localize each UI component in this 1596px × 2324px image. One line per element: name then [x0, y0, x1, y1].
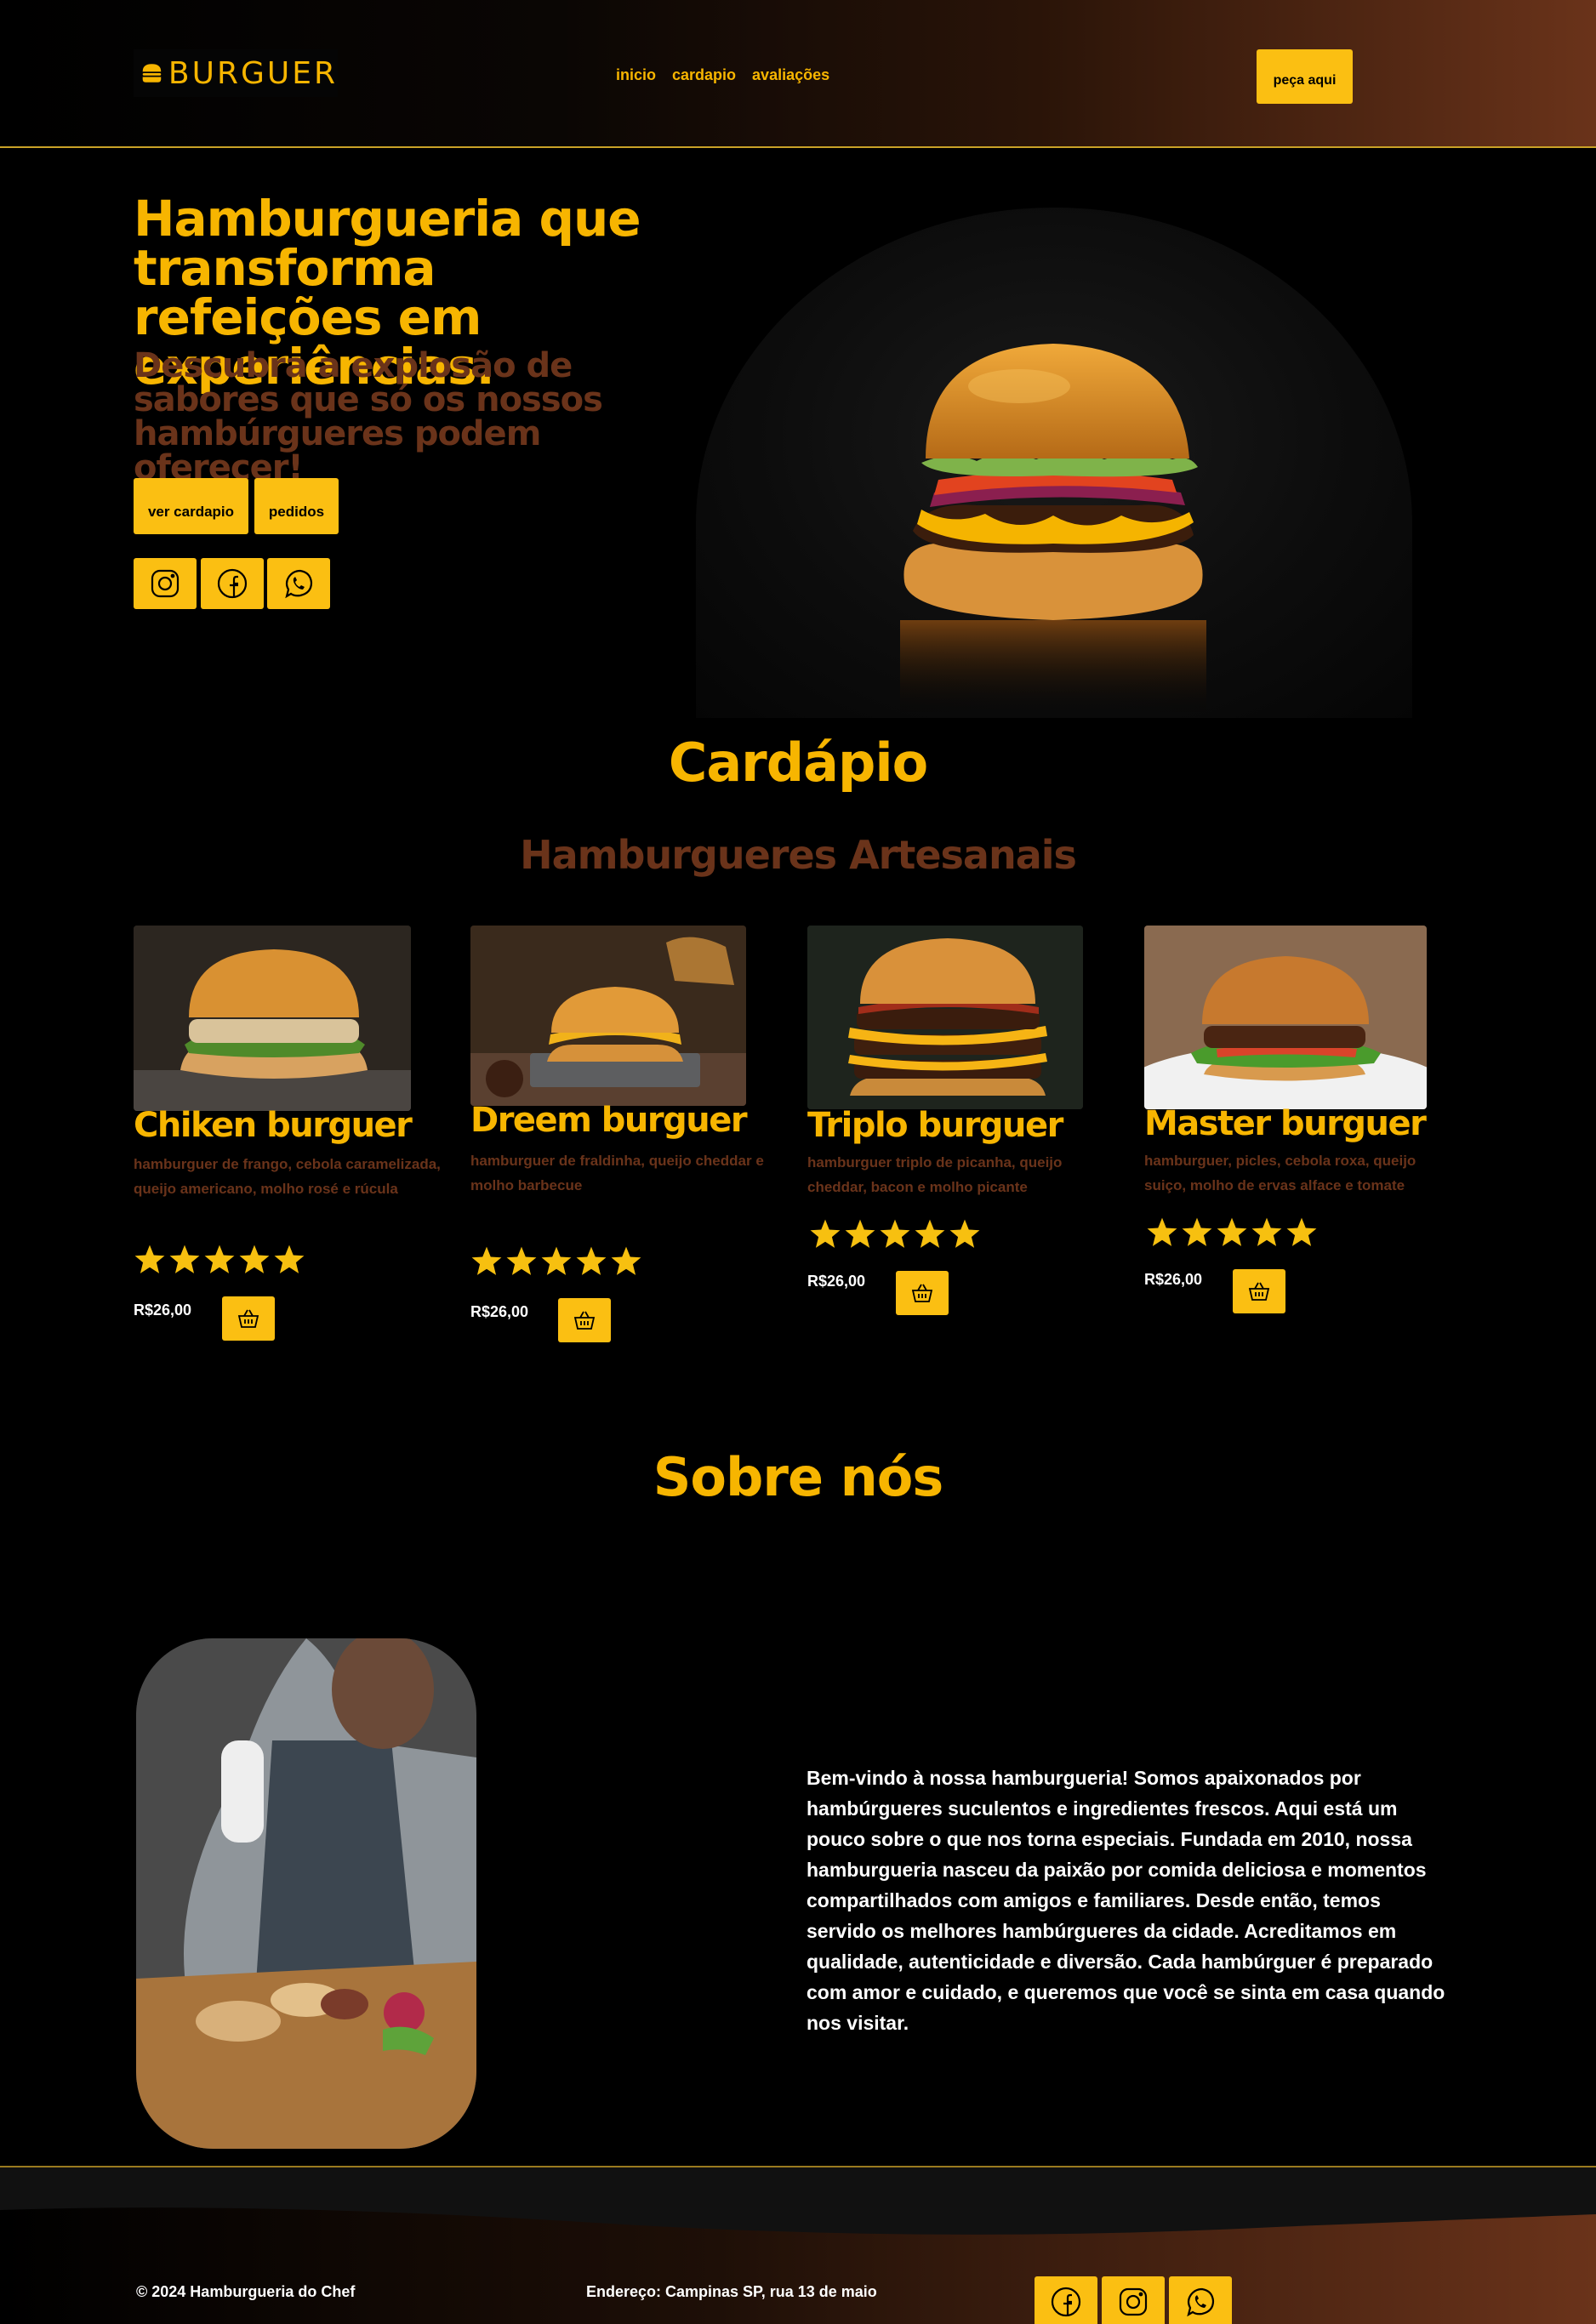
menu-card: Triplo burguer hamburguer triplo de pica… [807, 926, 1131, 1342]
star-icon [274, 1245, 305, 1273]
instagram-icon [151, 569, 180, 598]
star-icon [239, 1245, 270, 1273]
about-text: Bem-vindo à nossa hamburgueria! Somos ap… [807, 1767, 1445, 2034]
menu-title: Cardápio [668, 732, 928, 794]
menu-item-name: Dreem burguer [470, 1101, 748, 1140]
nav-link-inicio[interactable]: inicio [616, 66, 656, 84]
menu-item-name: Master burguer [1144, 1104, 1427, 1143]
star-icon [949, 1219, 980, 1248]
footer-facebook-link[interactable] [1035, 2276, 1097, 2324]
whatsapp-link[interactable] [267, 558, 330, 609]
view-menu-button[interactable]: ver cardapio [134, 478, 248, 534]
star-icon [880, 1219, 910, 1248]
menu-item-description: hamburguer, picles, cebola roxa, queijo … [1144, 1153, 1416, 1193]
menu-card: Dreem burguer hamburguer de fraldinha, q… [470, 926, 794, 1342]
star-icon [576, 1246, 607, 1275]
add-to-cart-button[interactable] [896, 1271, 949, 1315]
add-to-cart-button[interactable] [222, 1296, 275, 1341]
menu-item-name: Triplo burguer [807, 1106, 1063, 1145]
star-icon [134, 1245, 165, 1273]
star-icon [1286, 1217, 1317, 1246]
add-to-cart-button[interactable] [558, 1298, 611, 1342]
menu-item-description: hamburguer de frango, cebola caramelizad… [134, 1156, 441, 1197]
star-icon [204, 1245, 235, 1273]
footer-instagram-link[interactable] [1102, 2276, 1165, 2324]
add-to-cart-button[interactable] [1233, 1269, 1285, 1313]
star-icon [1251, 1217, 1282, 1246]
order-button[interactable]: peça aqui [1257, 49, 1353, 104]
menu-item-price: R$26,00 [470, 1303, 529, 1320]
menu-card: Chiken burguer hamburguer de frango, ceb… [134, 926, 457, 1342]
star-icon [506, 1246, 537, 1275]
about-title: Sobre nós [653, 1446, 943, 1508]
menu-item-price: R$26,00 [134, 1302, 192, 1319]
menu-item-description: hamburguer triplo de picanha, queijo che… [807, 1154, 1063, 1195]
rating-stars [470, 1245, 642, 1278]
triplo-burger-image [807, 926, 1083, 1109]
menu-item-description: hamburguer de fraldinha, queijo cheddar … [470, 1153, 764, 1193]
menu-item-price: R$26,00 [1144, 1271, 1203, 1288]
basket-icon [237, 1309, 259, 1328]
rating-stars [134, 1244, 305, 1276]
star-icon [611, 1246, 641, 1275]
menu-item-name: Chiken burguer [134, 1106, 413, 1145]
chicken-burger-image [134, 926, 411, 1111]
logo[interactable]: BURGUER [134, 49, 338, 97]
star-icon [1147, 1217, 1177, 1246]
star-icon [541, 1246, 572, 1275]
instagram-link[interactable] [134, 558, 197, 609]
whatsapp-icon [1187, 2287, 1215, 2317]
footer-whatsapp-link[interactable] [1169, 2276, 1232, 2324]
footer-address: Endereço: Campinas SP, rua 13 de maio [586, 2283, 877, 2300]
site-header: BURGUER inicio cardapio avaliações peça … [0, 0, 1596, 148]
facebook-icon [1051, 2287, 1081, 2317]
star-icon [845, 1219, 875, 1248]
nav-link-avaliacoes[interactable]: avaliações [752, 66, 829, 84]
basket-icon [911, 1284, 933, 1302]
star-icon [471, 1246, 502, 1275]
dreem-burger-image [470, 926, 746, 1106]
menu-item-price: R$26,00 [807, 1273, 866, 1290]
facebook-icon [217, 568, 248, 599]
menu-subtitle: Hamburgueres Artesanais [520, 832, 1077, 878]
whatsapp-icon [285, 569, 313, 599]
basket-icon [1248, 1282, 1270, 1301]
star-icon [1217, 1217, 1247, 1246]
star-icon [169, 1245, 200, 1273]
instagram-icon [1119, 2287, 1148, 2316]
rating-stars [809, 1218, 981, 1250]
footer-copyright: © 2024 Hamburgueria do Chef [136, 2283, 356, 2300]
menu-card: Master burguer hamburguer, picles, cebol… [1144, 926, 1468, 1342]
chef-image [136, 1638, 476, 2149]
nav-link-cardapio[interactable]: cardapio [672, 66, 736, 84]
basket-icon [573, 1311, 596, 1330]
orders-button[interactable]: pedidos [254, 478, 339, 534]
hero-burger-image [696, 208, 1412, 718]
star-icon [1182, 1217, 1212, 1246]
facebook-link[interactable] [201, 558, 264, 609]
star-icon [810, 1219, 841, 1248]
hero-subtitle: Descubra a explosão de sabores que só os… [134, 346, 603, 487]
master-burger-image [1144, 926, 1427, 1109]
logo-text: BURGUER [168, 55, 338, 91]
rating-stars [1146, 1216, 1318, 1249]
star-icon [915, 1219, 945, 1248]
burger-logo-icon [142, 64, 162, 83]
main-nav: inicio cardapio avaliações [616, 66, 829, 84]
